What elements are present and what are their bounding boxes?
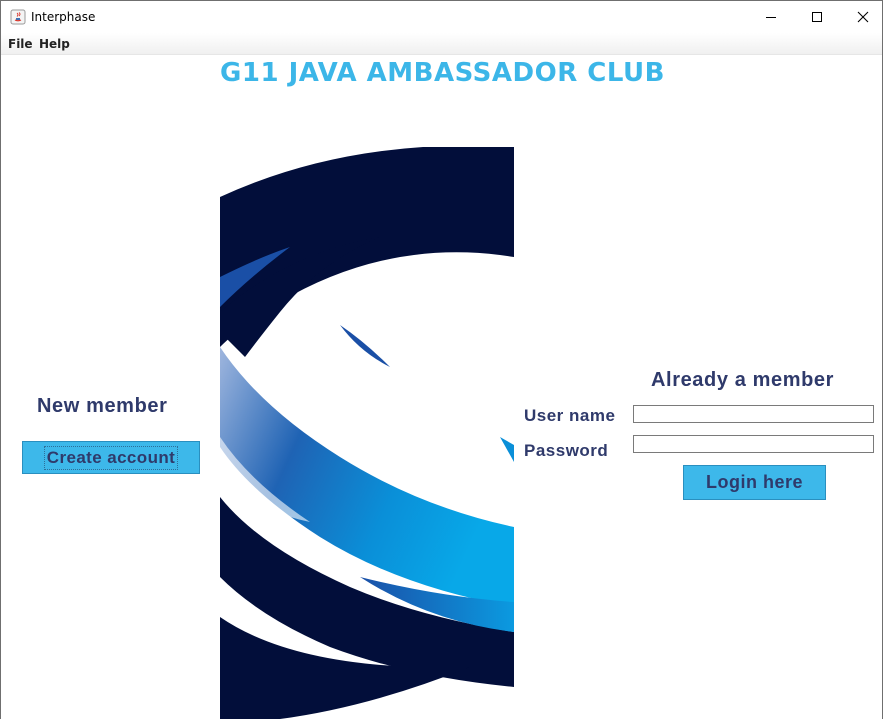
username-label: User name [524,406,616,425]
close-icon [857,11,869,23]
menu-file[interactable]: File [8,37,33,51]
menu-help[interactable]: Help [39,37,70,51]
create-account-button[interactable]: Create account [22,441,200,474]
menu-bar: File Help [1,33,882,55]
minimize-icon [766,17,776,18]
login-button[interactable]: Login here [683,465,826,500]
new-member-heading: New member [37,395,168,417]
password-label: Password [524,441,609,460]
maximize-button[interactable] [794,1,840,33]
page-title: G11 JAVA AMBASSADOR CLUB [220,58,665,88]
swoosh-logo [220,147,514,719]
main-content: G11 JAVA AMBASSADOR CLUB New member Crea… [1,55,882,719]
minimize-button[interactable] [748,1,794,33]
java-icon [10,9,26,25]
username-input[interactable] [633,405,874,423]
window-title: Interphase [31,10,96,24]
already-member-heading: Already a member [651,369,835,391]
app-window: Interphase File Help G11 JAVA AMBASSADOR… [0,0,883,719]
close-button[interactable] [840,1,883,33]
password-input[interactable] [633,435,874,453]
create-account-label: Create account [43,445,179,470]
maximize-icon [812,12,822,22]
title-bar[interactable]: Interphase [1,1,882,33]
